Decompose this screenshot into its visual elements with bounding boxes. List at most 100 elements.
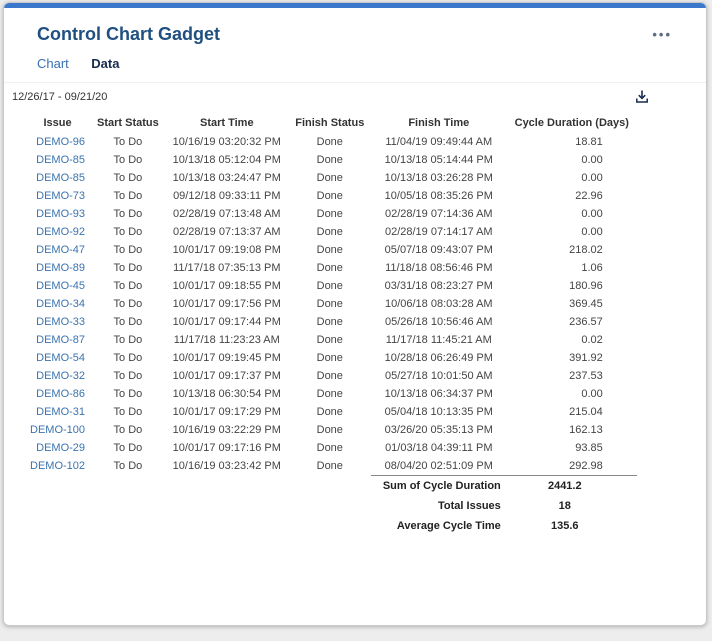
cycle-duration-cell: 0.00 (581, 226, 603, 238)
issue-link[interactable]: DEMO-34 (36, 298, 85, 310)
issue-cell: DEMO-33 (24, 313, 91, 331)
table-body: DEMO-96 To Do 10/16/19 03:20:32 PM Done 11/0… (24, 133, 637, 476)
control-chart-gadget: Control Chart Gadget ••• Chart Data 12/2… (3, 2, 707, 626)
finish-time-cell: 05/27/18 10:01:50 AM (384, 370, 493, 382)
start-status-cell: To Do (113, 208, 143, 220)
finish-status-cell: Done (316, 370, 343, 382)
finish-time-cell: 08/04/20 02:51:09 PM (384, 460, 493, 472)
issue-link[interactable]: DEMO-86 (36, 388, 85, 400)
table-row: DEMO-93 To Do 02/28/19 07:13:48 AM Done 02/2… (24, 205, 637, 223)
start-time-cell: 10/01/17 09:17:56 PM (172, 298, 281, 310)
cycle-duration-cell: 0.00 (581, 172, 603, 184)
table-row: DEMO-54 To Do 10/01/17 09:19:45 PM Done 10/2… (24, 349, 637, 367)
issue-link[interactable]: DEMO-85 (36, 154, 85, 166)
start-time-cell: 10/01/17 09:17:29 PM (172, 406, 281, 418)
issue-cell: DEMO-96 (24, 133, 91, 151)
start-status-cell: To Do (113, 262, 143, 274)
issue-cell: DEMO-89 (24, 259, 91, 277)
cycle-duration-cell: 180.96 (569, 280, 603, 292)
table-row: DEMO-34 To Do 10/01/17 09:17:56 PM Done 10/0… (24, 295, 637, 313)
finish-status-cell: Done (316, 388, 343, 400)
start-time-cell: 10/13/18 06:30:54 PM (172, 388, 281, 400)
issue-link[interactable]: DEMO-93 (36, 208, 85, 220)
issue-cell: DEMO-87 (24, 331, 91, 349)
issue-link[interactable]: DEMO-47 (36, 244, 85, 256)
issue-link[interactable]: DEMO-87 (36, 334, 85, 346)
finish-status-cell: Done (316, 424, 343, 436)
start-status-cell: To Do (113, 244, 143, 256)
issue-cell: DEMO-85 (24, 169, 91, 187)
table-header: Issue Start Status Start Time Finish Sta… (24, 113, 637, 133)
start-time-cell: 10/01/17 09:17:16 PM (172, 442, 281, 454)
start-time-cell: 10/01/17 09:17:44 PM (172, 316, 281, 328)
start-status-cell: To Do (113, 460, 143, 473)
finish-time-cell: 11/17/18 11:45:21 AM (385, 334, 492, 346)
issue-link[interactable]: DEMO-32 (36, 370, 85, 382)
table-row: DEMO-45 To Do 10/01/17 09:18:55 PM Done 03/3… (24, 277, 637, 295)
start-time-cell: 10/13/18 05:12:04 PM (172, 154, 281, 166)
table-row: DEMO-87 To Do 11/17/18 11:23:23 AM Done 11/1… (24, 331, 637, 349)
issue-cell: DEMO-100 (24, 421, 91, 439)
summary-label: Sum of Cycle Duration (370, 475, 507, 496)
issue-link[interactable]: DEMO-31 (36, 406, 85, 418)
issue-cell: DEMO-45 (24, 277, 91, 295)
more-menu-button[interactable]: ••• (652, 27, 672, 42)
download-icon[interactable] (634, 89, 650, 105)
table-row: DEMO-89 To Do 11/17/18 07:35:13 PM Done 11/1… (24, 259, 637, 277)
finish-status-cell: Done (316, 460, 343, 473)
start-status-cell: To Do (113, 424, 143, 436)
summary-value: 2441.2 (506, 475, 637, 496)
issue-link[interactable]: DEMO-92 (36, 226, 85, 238)
issue-link[interactable]: DEMO-29 (36, 442, 85, 454)
start-status-cell: To Do (113, 190, 143, 202)
issue-link[interactable]: DEMO-54 (36, 352, 85, 364)
summary-label: Average Cycle Time (396, 520, 501, 532)
start-time-cell: 02/28/19 07:13:37 AM (172, 226, 281, 238)
table-row: DEMO-100 To Do 10/16/19 03:22:29 PM Done 03/… (24, 421, 637, 439)
tab-chart[interactable]: Chart (37, 56, 69, 71)
finish-status-cell: Done (316, 136, 343, 148)
issue-cell: DEMO-102 (24, 457, 91, 476)
issue-link[interactable]: DEMO-100 (30, 424, 85, 436)
issue-cell: DEMO-92 (24, 223, 91, 241)
table-row: DEMO-86 To Do 10/13/18 06:30:54 PM Done 10/1… (24, 385, 637, 403)
start-time-cell: 10/13/18 03:24:47 PM (172, 172, 281, 184)
issue-link[interactable]: DEMO-89 (36, 262, 85, 274)
tab-bar: Chart Data (4, 51, 706, 83)
cycle-duration-cell: 162.13 (569, 424, 603, 436)
issue-link[interactable]: DEMO-33 (36, 316, 85, 328)
gadget-header: Control Chart Gadget ••• (4, 8, 706, 51)
issue-cell: DEMO-34 (24, 295, 91, 313)
start-status-cell: To Do (113, 406, 143, 418)
issue-link[interactable]: DEMO-96 (36, 136, 85, 148)
finish-status-cell: Done (316, 442, 343, 454)
issue-cell: DEMO-85 (24, 151, 91, 169)
finish-time-cell: 02/28/19 07:14:36 AM (384, 208, 493, 220)
tab-data[interactable]: Data (91, 56, 119, 71)
date-range-label: 12/26/17 - 09/21/20 (12, 91, 108, 103)
cycle-duration-cell: 22.96 (575, 190, 603, 202)
start-time-cell: 10/16/19 03:20:32 PM (172, 136, 281, 148)
finish-status-cell: Done (316, 208, 343, 220)
cycle-duration-cell: 0.02 (581, 334, 603, 346)
start-time-cell: 10/01/17 09:19:08 PM (172, 244, 281, 256)
table-row: DEMO-92 To Do 02/28/19 07:13:37 AM Done 02/2… (24, 223, 637, 241)
issue-link[interactable]: DEMO-85 (36, 172, 85, 184)
issue-cell: DEMO-47 (24, 241, 91, 259)
finish-status-cell: Done (316, 154, 343, 166)
table-row: DEMO-33 To Do 10/01/17 09:17:44 PM Done 05/2… (24, 313, 637, 331)
issue-cell: DEMO-31 (24, 403, 91, 421)
start-time-cell: 02/28/19 07:13:48 AM (172, 208, 281, 220)
issue-link[interactable]: DEMO-45 (36, 280, 85, 292)
issue-link[interactable]: DEMO-102 (30, 460, 85, 472)
column-header-finish-time: Finish Time (408, 117, 470, 129)
summary-spacer (24, 516, 371, 536)
cycle-duration-cell: 0.00 (581, 388, 603, 400)
cycle-duration-cell: 218.02 (569, 244, 603, 256)
issue-link[interactable]: DEMO-73 (36, 190, 85, 202)
start-status-cell: To Do (113, 172, 143, 184)
gadget-title: Control Chart Gadget (37, 24, 220, 44)
finish-time-cell: 11/04/19 09:49:44 AM (385, 136, 493, 148)
start-status-cell: To Do (113, 280, 143, 292)
summary-row: Average Cycle Time 135.6 (24, 516, 637, 536)
